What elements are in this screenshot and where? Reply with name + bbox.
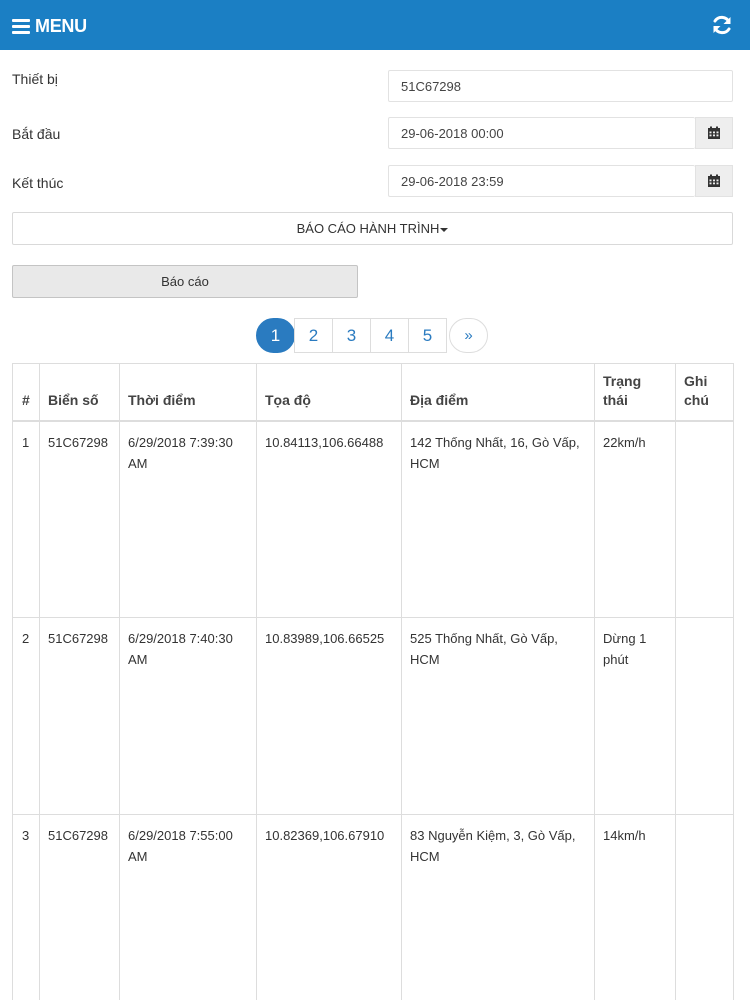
cell-notes bbox=[675, 617, 734, 815]
report-button-label: Báo cáo bbox=[161, 274, 209, 289]
end-date-input[interactable] bbox=[388, 165, 695, 197]
trip-report-table: # Biển số Thời điểm Tọa độ Địa điểm Trạn… bbox=[12, 363, 734, 1000]
cell-index: 1 bbox=[12, 420, 40, 618]
cell-time: 6/29/2018 7:55:00 AM bbox=[119, 814, 257, 1000]
end-label: Kết thúc bbox=[12, 175, 64, 191]
cell-coordinates: 10.83989,106.66525 bbox=[256, 617, 402, 815]
cell-time: 6/29/2018 7:39:30 AM bbox=[119, 420, 257, 618]
column-header-time: Thời điểm bbox=[119, 363, 257, 422]
cell-location: 142 Thống Nhất, 16, Gò Vấp, HCM bbox=[401, 420, 595, 618]
report-type-dropdown[interactable]: BÁO CÁO HÀNH TRÌNH bbox=[12, 212, 733, 245]
cell-status: Dừng 1 phút bbox=[594, 617, 676, 815]
calendar-icon bbox=[708, 126, 720, 139]
cell-notes bbox=[675, 814, 734, 1000]
cell-index: 3 bbox=[12, 814, 40, 1000]
caret-down-icon bbox=[440, 227, 449, 232]
cell-notes bbox=[675, 420, 734, 618]
column-header-plate: Biển số bbox=[39, 363, 120, 422]
table-row: 1 51C67298 6/29/2018 7:39:30 AM 10.84113… bbox=[12, 420, 734, 618]
calendar-icon bbox=[708, 174, 720, 187]
cell-status: 14km/h bbox=[594, 814, 676, 1000]
cell-plate: 51C67298 bbox=[39, 814, 120, 1000]
page-5-button[interactable]: 5 bbox=[408, 318, 447, 353]
refresh-button[interactable] bbox=[710, 13, 734, 37]
table-header-row: # Biển số Thời điểm Tọa độ Địa điểm Trạn… bbox=[12, 363, 734, 422]
report-type-label: BÁO CÁO HÀNH TRÌNH bbox=[296, 221, 440, 236]
cell-status: 22km/h bbox=[594, 420, 676, 618]
page-3-button[interactable]: 3 bbox=[332, 318, 371, 353]
device-input[interactable] bbox=[388, 70, 733, 102]
cell-plate: 51C67298 bbox=[39, 420, 120, 618]
page-4-button[interactable]: 4 bbox=[370, 318, 409, 353]
bars-icon bbox=[12, 18, 30, 34]
page-2-button[interactable]: 2 bbox=[294, 318, 333, 353]
cell-location: 525 Thống Nhất, Gò Vấp, HCM bbox=[401, 617, 595, 815]
page-1-button[interactable]: 1 bbox=[256, 318, 295, 353]
column-header-coordinates: Tọa độ bbox=[256, 363, 402, 422]
top-navbar: MENU bbox=[0, 0, 750, 50]
pagination: 1 2 3 4 5 » bbox=[256, 318, 488, 353]
start-date-input[interactable] bbox=[388, 117, 695, 149]
column-header-index: # bbox=[12, 363, 40, 422]
menu-button[interactable]: MENU bbox=[12, 13, 87, 39]
start-calendar-button[interactable] bbox=[695, 117, 733, 149]
menu-label: MENU bbox=[35, 15, 87, 36]
end-calendar-button[interactable] bbox=[695, 165, 733, 197]
table-row: 3 51C67298 6/29/2018 7:55:00 AM 10.82369… bbox=[12, 814, 734, 1000]
start-label: Bắt đầu bbox=[12, 126, 61, 142]
cell-plate: 51C67298 bbox=[39, 617, 120, 815]
column-header-location: Địa điểm bbox=[401, 363, 595, 422]
refresh-icon bbox=[713, 15, 731, 35]
cell-time: 6/29/2018 7:40:30 AM bbox=[119, 617, 257, 815]
cell-location: 83 Nguyễn Kiệm, 3, Gò Vấp, HCM bbox=[401, 814, 595, 1000]
column-header-status: Trạng thái bbox=[594, 363, 676, 422]
device-label: Thiết bị bbox=[12, 71, 58, 87]
next-page-button[interactable]: » bbox=[449, 318, 488, 353]
cell-coordinates: 10.82369,106.67910 bbox=[256, 814, 402, 1000]
table-row: 2 51C67298 6/29/2018 7:40:30 AM 10.83989… bbox=[12, 617, 734, 815]
report-button[interactable]: Báo cáo bbox=[12, 265, 358, 298]
column-header-notes: Ghi chú bbox=[675, 363, 734, 422]
cell-coordinates: 10.84113,106.66488 bbox=[256, 420, 402, 618]
cell-index: 2 bbox=[12, 617, 40, 815]
